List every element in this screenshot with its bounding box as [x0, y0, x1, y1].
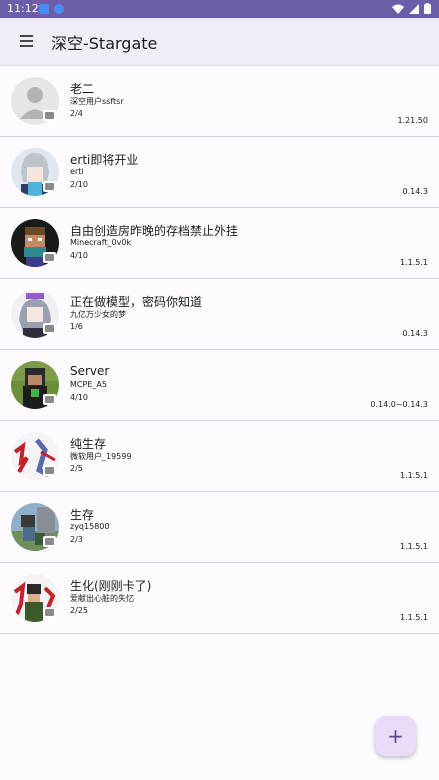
player-count: 2/5 — [70, 464, 83, 473]
notification-icon — [39, 4, 49, 14]
server-row[interactable]: 生化(刚刚卡了) 爱献出心脏的失忆 2/25 1.1.5.1 — [0, 563, 439, 634]
page-title: 深空-Stargate — [51, 34, 158, 53]
server-owner: 爱献出心脏的失忆 — [70, 594, 134, 603]
server-version: 1.1.5.1 — [400, 258, 428, 267]
server-owner: 九亿万少女的梦 — [70, 310, 126, 319]
player-count: 4/10 — [70, 393, 88, 402]
server-name: erti即将开业 — [70, 153, 139, 167]
server-version: 0.14.3 — [402, 329, 428, 338]
server-row[interactable]: 自由创造房昨晚的存档禁止外挂 Minecraft_0v0k 4/10 1.1.5… — [0, 208, 439, 279]
server-owner: 深空用户ssftsr — [70, 97, 124, 106]
server-owner: Minecraft_0v0k — [70, 238, 132, 247]
server-row[interactable]: 生存 zyq15800 2/3 1.1.5.1 — [0, 492, 439, 563]
gamepad-icon — [43, 394, 56, 405]
status-bar: 11:12 — [0, 0, 439, 18]
player-count: 2/10 — [70, 180, 88, 189]
server-name: Server — [70, 364, 110, 378]
server-owner: 微软用户_19599 — [70, 452, 132, 461]
gamepad-icon — [43, 536, 56, 547]
player-count: 4/10 — [70, 251, 88, 260]
server-name: 生化(刚刚卡了) — [70, 579, 152, 593]
server-list: 老二 深空用户ssftsr 2/4 1.21.50 erti即将开业 erti … — [0, 66, 439, 634]
lock-icon — [43, 110, 56, 121]
battery-icon — [424, 3, 431, 14]
player-count: 2/4 — [70, 109, 83, 118]
menu-icon[interactable] — [16, 30, 38, 52]
server-name: 正在做模型，密码你知道 — [70, 295, 203, 309]
server-name: 纯生存 — [70, 437, 107, 451]
server-owner: zyq15800 — [70, 522, 110, 531]
status-time: 11:12 — [7, 2, 39, 15]
server-version: 0.14.3 — [402, 187, 428, 196]
server-row[interactable]: 老二 深空用户ssftsr 2/4 1.21.50 — [0, 66, 439, 137]
server-version: 1.1.5.1 — [400, 542, 428, 551]
player-count: 2/3 — [70, 535, 83, 544]
server-name: 老二 — [70, 82, 95, 96]
server-version: 0.14.0~0.14.3 — [370, 400, 428, 409]
gamepad-icon — [43, 323, 56, 334]
server-name: 生存 — [70, 508, 95, 522]
server-version: 1.1.5.1 — [400, 471, 428, 480]
gamepad-icon — [43, 252, 56, 263]
player-count: 1/6 — [70, 322, 83, 331]
gamepad-icon — [43, 465, 56, 476]
server-version: 1.21.50 — [397, 116, 428, 125]
signal-icon — [409, 3, 419, 14]
server-row[interactable]: erti即将开业 erti 2/10 0.14.3 — [0, 137, 439, 208]
server-name: 自由创造房昨晚的存档禁止外挂 — [70, 224, 239, 238]
app-bar: 深空-Stargate — [0, 18, 439, 66]
gamepad-icon — [43, 181, 56, 192]
gamepad-icon — [43, 607, 56, 618]
player-count: 2/25 — [70, 606, 88, 615]
add-icon: + — [387, 724, 404, 748]
server-owner: erti — [70, 167, 84, 176]
wifi-icon — [392, 4, 404, 14]
server-row[interactable]: 纯生存 微软用户_19599 2/5 1.1.5.1 — [0, 421, 439, 492]
server-version: 1.1.5.1 — [400, 613, 428, 622]
server-owner: MCPE_A5 — [70, 380, 107, 389]
server-row[interactable]: 正在做模型，密码你知道 九亿万少女的梦 1/6 0.14.3 — [0, 279, 439, 350]
add-server-button[interactable]: + — [375, 716, 416, 756]
download-icon — [54, 4, 64, 14]
server-row[interactable]: Server MCPE_A5 4/10 0.14.0~0.14.3 — [0, 350, 439, 421]
